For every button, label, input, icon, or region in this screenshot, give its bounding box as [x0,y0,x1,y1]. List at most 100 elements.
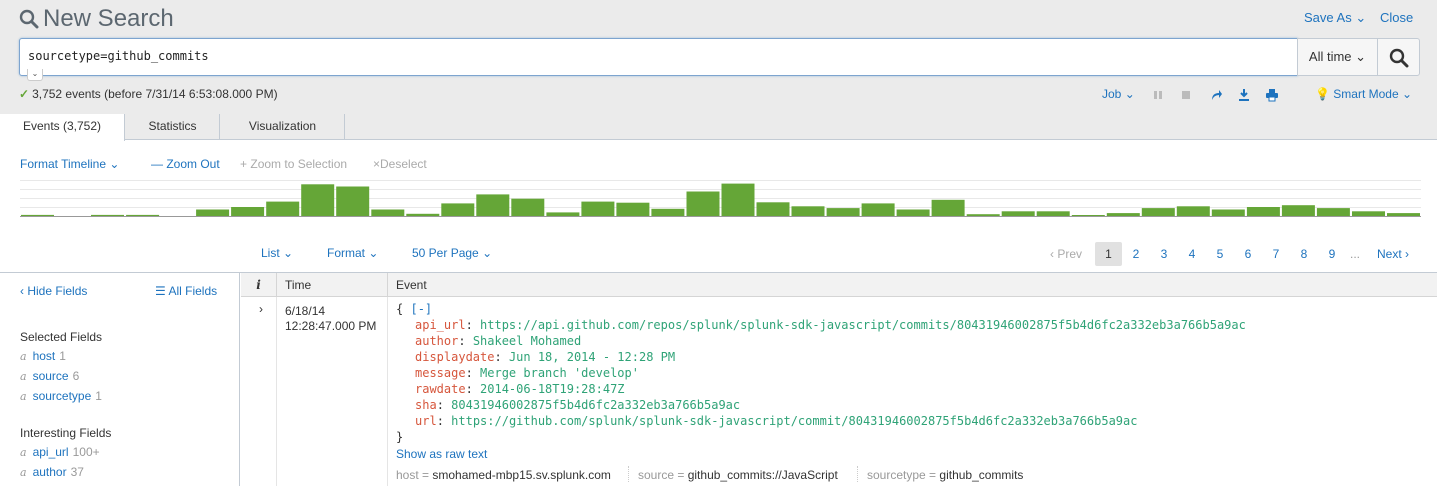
hide-fields-button[interactable]: ‹ Hide Fields [20,284,87,298]
timeline-bar[interactable] [21,214,54,216]
stop-icon[interactable] [1179,88,1193,102]
search-expand-toggle[interactable]: ⌄ [27,69,43,81]
timeline-bar[interactable] [371,209,405,217]
pager-page[interactable]: 9 [1324,242,1340,266]
timeline-bar[interactable] [651,208,685,216]
pager-page-current[interactable]: 1 [1095,242,1122,266]
timeline-bar[interactable] [721,183,755,216]
expand-row-icon[interactable]: › [259,302,263,316]
timeline-bar[interactable] [231,207,265,216]
timeline-bar[interactable] [896,209,930,217]
pager-prev[interactable]: ‹ Prev [1050,242,1082,266]
json-value[interactable]: Merge branch 'develop' [480,366,639,380]
timeline-bar[interactable] [1176,206,1210,216]
json-value[interactable]: 2014-06-18T19:28:47Z [480,382,625,396]
json-key[interactable]: sha [415,398,437,412]
json-key[interactable]: url [415,414,437,428]
timeline-bar[interactable] [686,191,720,217]
save-as-menu[interactable]: Save As ⌄ [1304,10,1366,26]
timeline-bar[interactable] [476,194,510,216]
timeline-bar[interactable] [126,214,160,216]
field-item[interactable]: a sourcetype 1 [20,389,102,403]
timeline-bar[interactable] [1387,213,1420,216]
event-timeline[interactable] [20,180,1421,217]
pager-page[interactable]: 6 [1240,242,1256,266]
json-value[interactable]: 80431946002875f5b4d6fc2a332eb3a766b5a9ac [451,398,740,412]
timeline-bar[interactable] [546,212,580,216]
json-key[interactable]: message [415,366,466,380]
timeline-bar[interactable] [1071,215,1105,216]
zoom-out-button[interactable]: — Zoom Out [151,157,220,171]
timeline-bar[interactable] [511,198,545,216]
json-key[interactable]: author [415,334,458,348]
field-item[interactable]: a source 6 [20,369,79,383]
timeline-bar[interactable] [1211,209,1245,217]
list-view-menu[interactable]: List ⌄ [261,246,293,260]
print-icon[interactable] [1265,88,1279,102]
per-page-menu[interactable]: 50 Per Page ⌄ [412,246,492,260]
timeline-bar[interactable] [1001,211,1035,216]
timeline-bar[interactable] [861,203,895,216]
search-query-text[interactable]: sourcetype=github_commits [28,49,209,63]
json-value[interactable]: Shakeel Mohamed [473,334,581,348]
pager-next[interactable]: Next › [1377,242,1409,266]
timeline-bar[interactable] [91,214,124,216]
share-icon[interactable] [1209,88,1223,102]
json-key[interactable]: rawdate [415,382,466,396]
format-timeline-menu[interactable]: Format Timeline ⌄ [20,157,119,171]
search-mode-menu[interactable]: 💡 Smart Mode ⌄ [1315,87,1412,101]
json-collapse-toggle[interactable]: [-] [410,302,432,316]
event-meta-host[interactable]: host = smohamed-mbp15.sv.splunk.com [396,468,611,482]
event-meta-sourcetype[interactable]: sourcetype = github_commits [867,468,1023,482]
timeline-bar[interactable] [1141,208,1175,216]
timeline-bar[interactable] [826,208,860,216]
field-item[interactable]: a host 1 [20,349,66,363]
tab-events[interactable]: Events (3,752) [0,114,125,141]
json-value[interactable]: https://api.github.com/repos/splunk/splu… [480,318,1246,332]
job-menu[interactable]: Job ⌄ [1102,87,1135,101]
timeline-bar[interactable] [301,184,335,216]
timeline-bar[interactable] [196,209,230,217]
pager-page[interactable]: 5 [1212,242,1228,266]
timeline-bar[interactable] [791,206,825,216]
search-button[interactable] [1377,38,1420,76]
timeline-bar[interactable] [266,201,300,216]
pager-page[interactable]: 4 [1184,242,1200,266]
event-meta-source[interactable]: source = github_commits://JavaScript [638,468,838,482]
pause-icon[interactable] [1151,88,1165,102]
timeline-bar[interactable] [581,201,615,216]
search-input[interactable]: sourcetype=github_commits ⌄ [19,38,1298,81]
timeline-bar[interactable] [1106,213,1140,216]
timeline-bar[interactable] [1352,211,1385,216]
timeline-bar[interactable] [406,213,440,216]
close-link[interactable]: Close [1380,10,1413,25]
json-key[interactable]: api_url [415,318,466,332]
timeline-bar[interactable] [441,203,475,216]
all-fields-button[interactable]: ☰ All Fields [155,284,217,298]
pager-page[interactable]: 8 [1296,242,1312,266]
field-item[interactable]: a api_url 100+ [20,445,100,459]
format-menu[interactable]: Format ⌄ [327,246,378,260]
field-item[interactable]: a author 37 [20,465,84,479]
export-icon[interactable] [1237,88,1251,102]
json-value[interactable]: Jun 18, 2014 - 12:28 PM [509,350,675,364]
pager-page[interactable]: 2 [1128,242,1144,266]
timeline-bar[interactable] [616,202,650,216]
tab-statistics[interactable]: Statistics [126,114,220,140]
zoom-to-selection-button[interactable]: + Zoom to Selection [240,157,347,171]
timeline-bar[interactable] [336,186,370,217]
timeline-bar[interactable] [931,199,965,216]
deselect-button[interactable]: ×Deselect [373,157,427,171]
timeline-bar[interactable] [1281,205,1315,216]
column-header-time[interactable]: Time [277,273,388,297]
timeline-bar[interactable] [966,214,1000,216]
json-value[interactable]: https://github.com/splunk/splunk-sdk-jav… [451,414,1137,428]
timeline-bar[interactable] [1036,211,1070,216]
pager-page[interactable]: 7 [1268,242,1284,266]
json-key[interactable]: displaydate [415,350,494,364]
tab-visualization[interactable]: Visualization [221,114,345,140]
pager-page[interactable]: 3 [1156,242,1172,266]
time-range-picker[interactable]: All time ⌄ [1297,38,1378,76]
timeline-bar[interactable] [1246,207,1280,216]
show-raw-text-link[interactable]: Show as raw text [396,447,487,461]
